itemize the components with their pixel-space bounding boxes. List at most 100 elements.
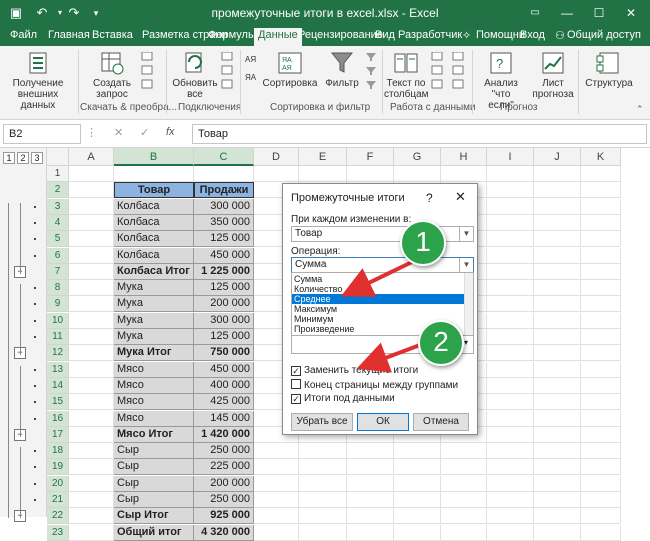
tab-signin[interactable]: Вход bbox=[520, 29, 545, 41]
cell-sales[interactable]: 125 000 bbox=[194, 329, 254, 345]
replace-current-checkbox[interactable]: ✓ bbox=[291, 366, 301, 376]
cell-empty[interactable] bbox=[254, 475, 299, 492]
cell-sales[interactable]: 300 000 bbox=[194, 312, 254, 329]
cell-empty[interactable] bbox=[534, 312, 581, 329]
cell-product[interactable]: Мука Итог bbox=[114, 345, 194, 362]
cell-empty[interactable] bbox=[69, 394, 114, 411]
cell-empty[interactable] bbox=[534, 182, 581, 199]
cell-sales[interactable]: 450 000 bbox=[194, 361, 254, 378]
outline-button[interactable]: Структура bbox=[580, 50, 638, 89]
cell-product[interactable]: Мясо bbox=[114, 410, 194, 427]
cell-empty[interactable] bbox=[487, 247, 534, 264]
cell-empty[interactable] bbox=[581, 508, 621, 525]
cell-empty[interactable] bbox=[69, 280, 114, 297]
cell-empty[interactable] bbox=[69, 182, 114, 199]
column-header-h[interactable]: H bbox=[441, 148, 487, 166]
operation-select[interactable]: Сумма ▼ bbox=[291, 257, 474, 273]
filter-button[interactable]: Фильтр bbox=[320, 50, 364, 89]
cell-empty[interactable] bbox=[69, 475, 114, 492]
enter-icon[interactable]: ✓ bbox=[140, 126, 149, 139]
cell-empty[interactable] bbox=[581, 459, 621, 476]
minimize-button[interactable]: — bbox=[552, 0, 582, 26]
cell-empty[interactable] bbox=[487, 182, 534, 199]
cell-sales[interactable]: 250 000 bbox=[194, 492, 254, 508]
cell-empty[interactable] bbox=[487, 312, 534, 329]
cell-empty[interactable] bbox=[347, 459, 394, 476]
cell-empty[interactable] bbox=[534, 394, 581, 411]
cell-empty[interactable] bbox=[581, 329, 621, 345]
insert-function-icon[interactable]: fx bbox=[166, 126, 175, 138]
collapse-ribbon-icon[interactable]: ⌃ bbox=[636, 104, 644, 115]
tab-view[interactable]: Вид bbox=[375, 29, 395, 41]
cell-empty[interactable] bbox=[347, 492, 394, 508]
cell-empty[interactable] bbox=[487, 198, 534, 215]
tab-data[interactable]: Данные bbox=[254, 28, 302, 46]
forecast-sheet-button[interactable]: Лист прогноза bbox=[530, 50, 576, 100]
column-header-c[interactable]: C bbox=[194, 148, 254, 166]
row-header[interactable]: 22 bbox=[47, 508, 69, 525]
cell-empty[interactable] bbox=[581, 475, 621, 492]
cell-empty[interactable] bbox=[534, 345, 581, 362]
cell-product[interactable] bbox=[114, 166, 194, 182]
cell-empty[interactable] bbox=[581, 361, 621, 378]
page-break-checkbox[interactable] bbox=[291, 379, 301, 389]
cell-empty[interactable] bbox=[69, 426, 114, 443]
cell-sales[interactable]: 1 225 000 bbox=[194, 263, 254, 280]
cell-empty[interactable] bbox=[534, 296, 581, 313]
cell-empty[interactable] bbox=[487, 345, 534, 362]
tab-file[interactable]: Файл bbox=[10, 29, 37, 41]
cell-empty[interactable] bbox=[441, 166, 487, 182]
column-header-a[interactable]: A bbox=[69, 148, 114, 166]
query-options-icon[interactable] bbox=[140, 51, 154, 99]
cell-empty[interactable] bbox=[581, 443, 621, 460]
cell-empty[interactable] bbox=[69, 377, 114, 394]
cell-sales[interactable]: 925 000 bbox=[194, 508, 254, 525]
cell-product[interactable]: Мясо Итог bbox=[114, 426, 194, 443]
column-header-g[interactable]: G bbox=[394, 148, 441, 166]
cancel-icon[interactable]: ✕ bbox=[114, 126, 123, 139]
cell-product[interactable]: Мясо bbox=[114, 394, 194, 411]
cell-empty[interactable] bbox=[534, 231, 581, 248]
cell-sales[interactable]: 125 000 bbox=[194, 280, 254, 297]
cell-empty[interactable] bbox=[581, 231, 621, 248]
text-to-columns-button[interactable]: Текст по столбцам bbox=[384, 50, 429, 100]
chevron-down-icon[interactable]: ▼ bbox=[459, 258, 473, 272]
outline-level-2-button[interactable]: 2 bbox=[17, 152, 29, 164]
cell-empty[interactable] bbox=[347, 508, 394, 525]
cell-empty[interactable] bbox=[581, 377, 621, 394]
cell-empty[interactable] bbox=[69, 214, 114, 231]
dialog-help-button[interactable]: ? bbox=[426, 191, 433, 205]
cell-empty[interactable] bbox=[487, 475, 534, 492]
cell-empty[interactable] bbox=[581, 166, 621, 182]
cell-empty[interactable] bbox=[394, 492, 441, 508]
cell-empty[interactable] bbox=[254, 524, 299, 541]
row-header[interactable]: 5 bbox=[47, 231, 69, 248]
cell-empty[interactable] bbox=[534, 247, 581, 264]
cell-empty[interactable] bbox=[534, 329, 581, 345]
select-all-corner[interactable] bbox=[47, 148, 69, 166]
cell-empty[interactable] bbox=[69, 198, 114, 215]
maximize-button[interactable]: ☐ bbox=[584, 0, 614, 26]
cell-empty[interactable] bbox=[534, 280, 581, 297]
cell-product[interactable]: Мука bbox=[114, 329, 194, 345]
cell-sales[interactable]: 225 000 bbox=[194, 459, 254, 476]
cell-empty[interactable] bbox=[534, 492, 581, 508]
cell-empty[interactable] bbox=[299, 166, 347, 182]
cell-sales[interactable]: 145 000 bbox=[194, 410, 254, 427]
row-header[interactable]: 4 bbox=[47, 214, 69, 231]
cell-empty[interactable] bbox=[487, 296, 534, 313]
cell-empty[interactable] bbox=[487, 508, 534, 525]
sort-button[interactable]: ЯА АЯ Сортировка bbox=[262, 50, 318, 89]
cell-empty[interactable] bbox=[69, 492, 114, 508]
cell-product[interactable]: Мука bbox=[114, 296, 194, 313]
cell-empty[interactable] bbox=[254, 492, 299, 508]
operation-option-count[interactable]: Количество bbox=[292, 284, 465, 294]
row-header[interactable]: 2 bbox=[47, 182, 69, 199]
cell-empty[interactable] bbox=[441, 492, 487, 508]
column-header-d[interactable]: D bbox=[254, 148, 299, 166]
row-header[interactable]: 21 bbox=[47, 492, 69, 508]
cell-sales[interactable]: 425 000 bbox=[194, 394, 254, 411]
cell-empty[interactable] bbox=[299, 443, 347, 460]
cell-empty[interactable] bbox=[69, 459, 114, 476]
cell-empty[interactable] bbox=[534, 410, 581, 427]
